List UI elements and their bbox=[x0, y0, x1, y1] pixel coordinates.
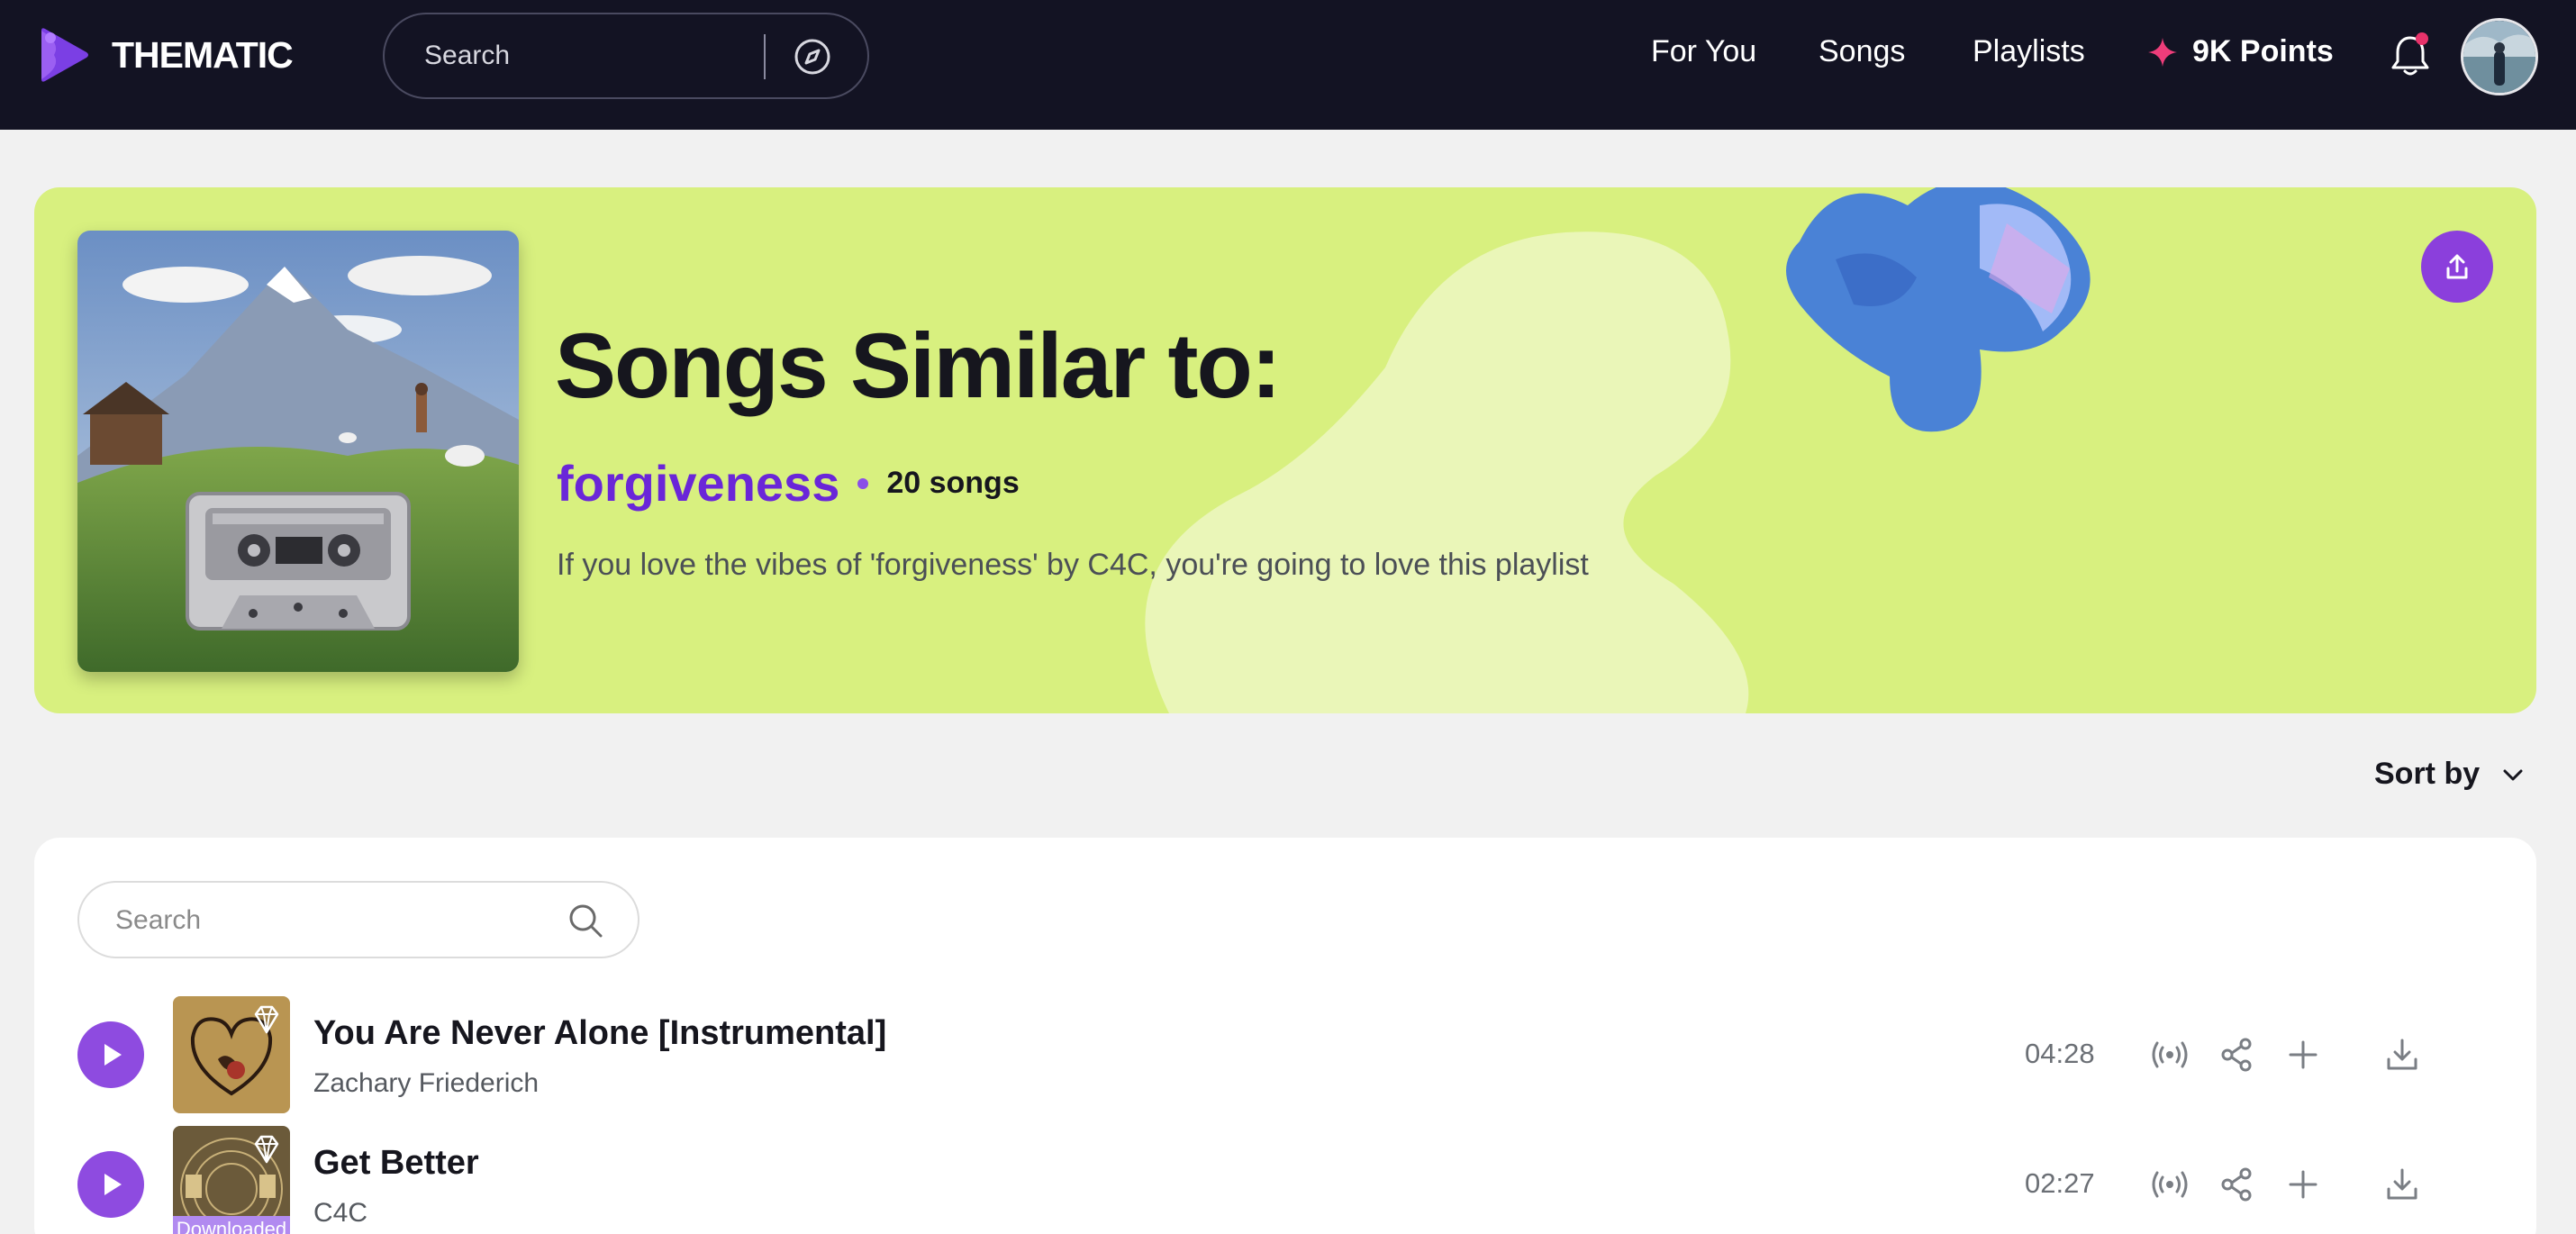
broadcast-icon[interactable] bbox=[2149, 1164, 2191, 1205]
nav-link-for-you[interactable]: For You bbox=[1651, 34, 1756, 69]
global-search[interactable] bbox=[383, 13, 869, 99]
share-icon[interactable] bbox=[2216, 1034, 2257, 1075]
notification-dot bbox=[2416, 32, 2428, 45]
song-duration: 02:27 bbox=[2025, 1167, 2095, 1199]
download-icon[interactable] bbox=[2381, 1164, 2423, 1205]
playlist-description: If you love the vibes of 'forgiveness' b… bbox=[557, 548, 1589, 582]
search-divider bbox=[764, 34, 766, 79]
song-title[interactable]: Get Better bbox=[313, 1144, 479, 1183]
points-balance[interactable]: 9K Points bbox=[2147, 34, 2334, 69]
points-label: 9K Points bbox=[2192, 34, 2334, 68]
user-avatar[interactable] bbox=[2461, 18, 2538, 95]
hero-title: Songs Similar to: bbox=[555, 314, 1282, 417]
song-title[interactable]: You Are Never Alone [Instrumental] bbox=[313, 1014, 886, 1053]
share-upload-icon bbox=[2446, 254, 2468, 279]
add-icon[interactable] bbox=[2282, 1034, 2324, 1075]
play-icon bbox=[104, 1044, 122, 1066]
cover-illustration bbox=[77, 231, 519, 672]
add-icon[interactable] bbox=[2282, 1164, 2324, 1205]
compass-icon[interactable] bbox=[792, 36, 833, 77]
song-count: 20 songs bbox=[886, 466, 1020, 500]
nav-link-playlists[interactable]: Playlists bbox=[1973, 34, 2085, 69]
play-button[interactable] bbox=[77, 1151, 144, 1218]
avatar-image bbox=[2463, 21, 2535, 93]
song-row[interactable]: You Are Never Alone [Instrumental] Zacha… bbox=[77, 996, 2509, 1115]
sort-dropdown[interactable]: Sort by bbox=[2374, 757, 2528, 792]
nav-link-songs[interactable]: Songs bbox=[1819, 34, 1905, 69]
share-icon[interactable] bbox=[2216, 1164, 2257, 1205]
chevron-down-icon bbox=[2503, 769, 2523, 780]
search-icon[interactable] bbox=[566, 901, 605, 940]
thematic-logo-icon bbox=[41, 28, 88, 82]
global-search-input[interactable] bbox=[424, 38, 739, 74]
song-row[interactable]: Downloaded Get Better C4C 02:27 bbox=[77, 1126, 2509, 1234]
song-artist[interactable]: Zachary Friederich bbox=[313, 1068, 539, 1099]
sort-label: Sort by bbox=[2374, 757, 2481, 791]
sparkle-icon bbox=[2148, 37, 2177, 67]
seed-song-link[interactable]: forgiveness bbox=[557, 454, 839, 513]
separator-dot bbox=[857, 477, 869, 489]
song-artwork[interactable] bbox=[173, 996, 290, 1113]
song-artist[interactable]: C4C bbox=[313, 1198, 367, 1229]
song-artwork[interactable]: Downloaded bbox=[173, 1126, 290, 1234]
broadcast-icon[interactable] bbox=[2149, 1034, 2191, 1075]
downloaded-badge: Downloaded bbox=[173, 1216, 290, 1234]
play-icon bbox=[104, 1174, 122, 1195]
hero-subtitle: forgiveness 20 songs bbox=[557, 454, 1020, 513]
song-duration: 04:28 bbox=[2025, 1038, 2095, 1069]
logo-text: THEMATIC bbox=[112, 33, 294, 76]
top-navigation-bar: THEMATIC For You Songs Playlists 9K Poin… bbox=[0, 0, 2576, 130]
playlist-cover-art bbox=[77, 231, 519, 672]
playlist-hero-banner: Songs Similar to: forgiveness 20 songs I… bbox=[34, 187, 2536, 713]
song-list-panel: You Are Never Alone [Instrumental] Zacha… bbox=[34, 838, 2536, 1234]
download-icon[interactable] bbox=[2381, 1034, 2423, 1075]
premium-diamond-icon bbox=[254, 1135, 279, 1164]
premium-diamond-icon bbox=[254, 1005, 279, 1034]
song-list-search[interactable] bbox=[77, 881, 639, 958]
song-search-input[interactable] bbox=[115, 903, 548, 939]
play-button[interactable] bbox=[77, 1021, 144, 1088]
share-playlist-button[interactable] bbox=[2421, 231, 2493, 303]
logo[interactable]: THEMATIC bbox=[34, 25, 294, 85]
